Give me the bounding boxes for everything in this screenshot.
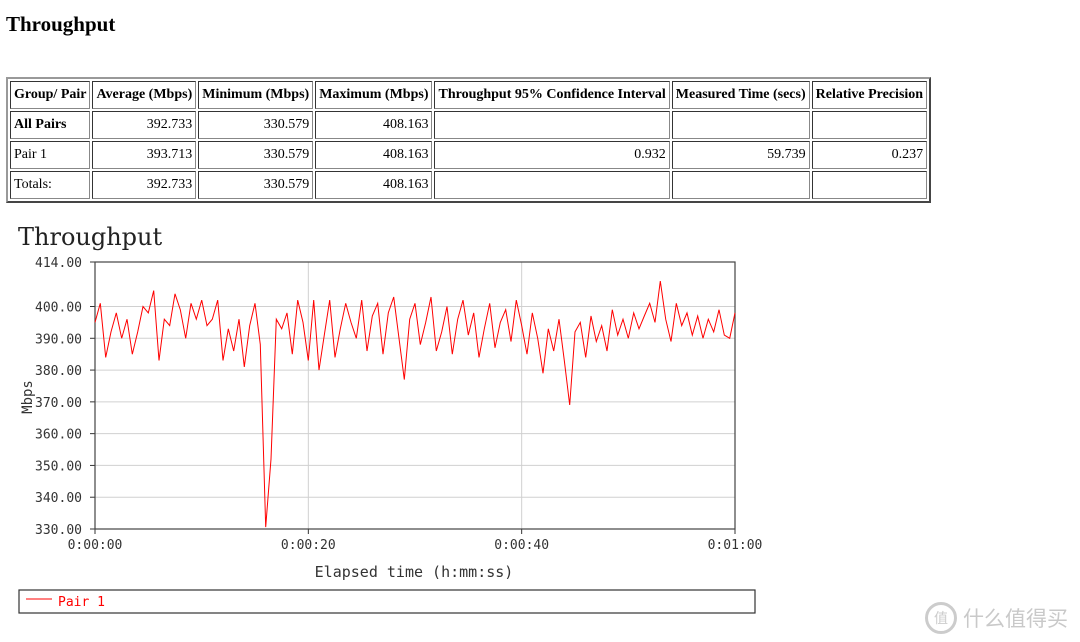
column-header: Throughput 95% Confidence Interval xyxy=(434,81,670,109)
table-cell xyxy=(434,111,670,139)
table-row: Totals: 392.733 330.579 408.163 xyxy=(10,171,928,199)
table-cell: 408.163 xyxy=(315,111,433,139)
table-cell xyxy=(811,171,928,199)
table-cell: 408.163 xyxy=(315,141,433,169)
y-tick-label: 370.00 xyxy=(35,396,82,411)
x-tick-label: 0:00:20 xyxy=(281,538,336,553)
table-cell: 0.237 xyxy=(811,141,928,169)
x-tick-label: 0:00:40 xyxy=(494,538,549,553)
x-axis-label: Elapsed time (h:mm:ss) xyxy=(315,563,514,581)
column-header: Relative Precision xyxy=(811,81,928,109)
y-tick-label: 350.00 xyxy=(35,459,82,474)
table-cell: 393.713 xyxy=(92,141,197,169)
table-cell: 330.579 xyxy=(198,111,314,139)
table-cell xyxy=(434,171,670,199)
table-row: Pair 1 393.713 330.579 408.163 0.932 59.739 0.… xyxy=(10,141,928,169)
y-tick-label: 414.00 xyxy=(35,256,82,271)
throughput-chart: Throughput 414.00 400.00 390.00 380.00 370.00… xyxy=(18,223,763,614)
column-header: Group/ Pair xyxy=(10,81,91,109)
table-cell: Totals: xyxy=(10,171,91,199)
page-title: Throughput xyxy=(6,12,116,36)
y-tick-label: 340.00 xyxy=(35,491,82,506)
table-cell: All Pairs xyxy=(10,111,91,139)
table-cell: 330.579 xyxy=(198,141,314,169)
table-cell: 408.163 xyxy=(315,171,433,199)
x-tick-label: 0:00:00 xyxy=(68,538,123,553)
table-cell: 392.733 xyxy=(92,171,197,199)
y-tick-label: 400.00 xyxy=(35,301,82,316)
table-cell xyxy=(671,111,810,139)
y-tick-label: 380.00 xyxy=(35,364,82,379)
throughput-table: Group/ Pair Average (Mbps) Minimum (Mbps) M… xyxy=(6,77,932,203)
plot-area xyxy=(95,262,735,529)
table-cell xyxy=(811,111,928,139)
table-cell: 330.579 xyxy=(198,171,314,199)
table-cell xyxy=(671,171,810,199)
column-header: Measured Time (secs) xyxy=(671,81,810,109)
y-tick-label: 330.00 xyxy=(35,523,82,538)
x-tick-label: 0:01:00 xyxy=(708,538,763,553)
legend-label: Pair 1 xyxy=(58,595,105,610)
table-row: All Pairs 392.733 330.579 408.163 xyxy=(10,111,928,139)
column-header: Maximum (Mbps) xyxy=(315,81,433,109)
chart-title: Throughput xyxy=(18,223,162,251)
y-tick-label: 360.00 xyxy=(35,428,82,443)
table-cell: 392.733 xyxy=(92,111,197,139)
table-cell: 0.932 xyxy=(434,141,670,169)
legend-box xyxy=(18,589,756,614)
y-axis-label: Mbps xyxy=(20,380,36,414)
table-cell: 59.739 xyxy=(671,141,810,169)
watermark-logo: 值什么值得买 xyxy=(925,602,1068,634)
column-header: Minimum (Mbps) xyxy=(198,81,314,109)
y-tick-label: 390.00 xyxy=(35,332,82,347)
table-cell: Pair 1 xyxy=(10,141,91,169)
column-header: Average (Mbps) xyxy=(92,81,197,109)
